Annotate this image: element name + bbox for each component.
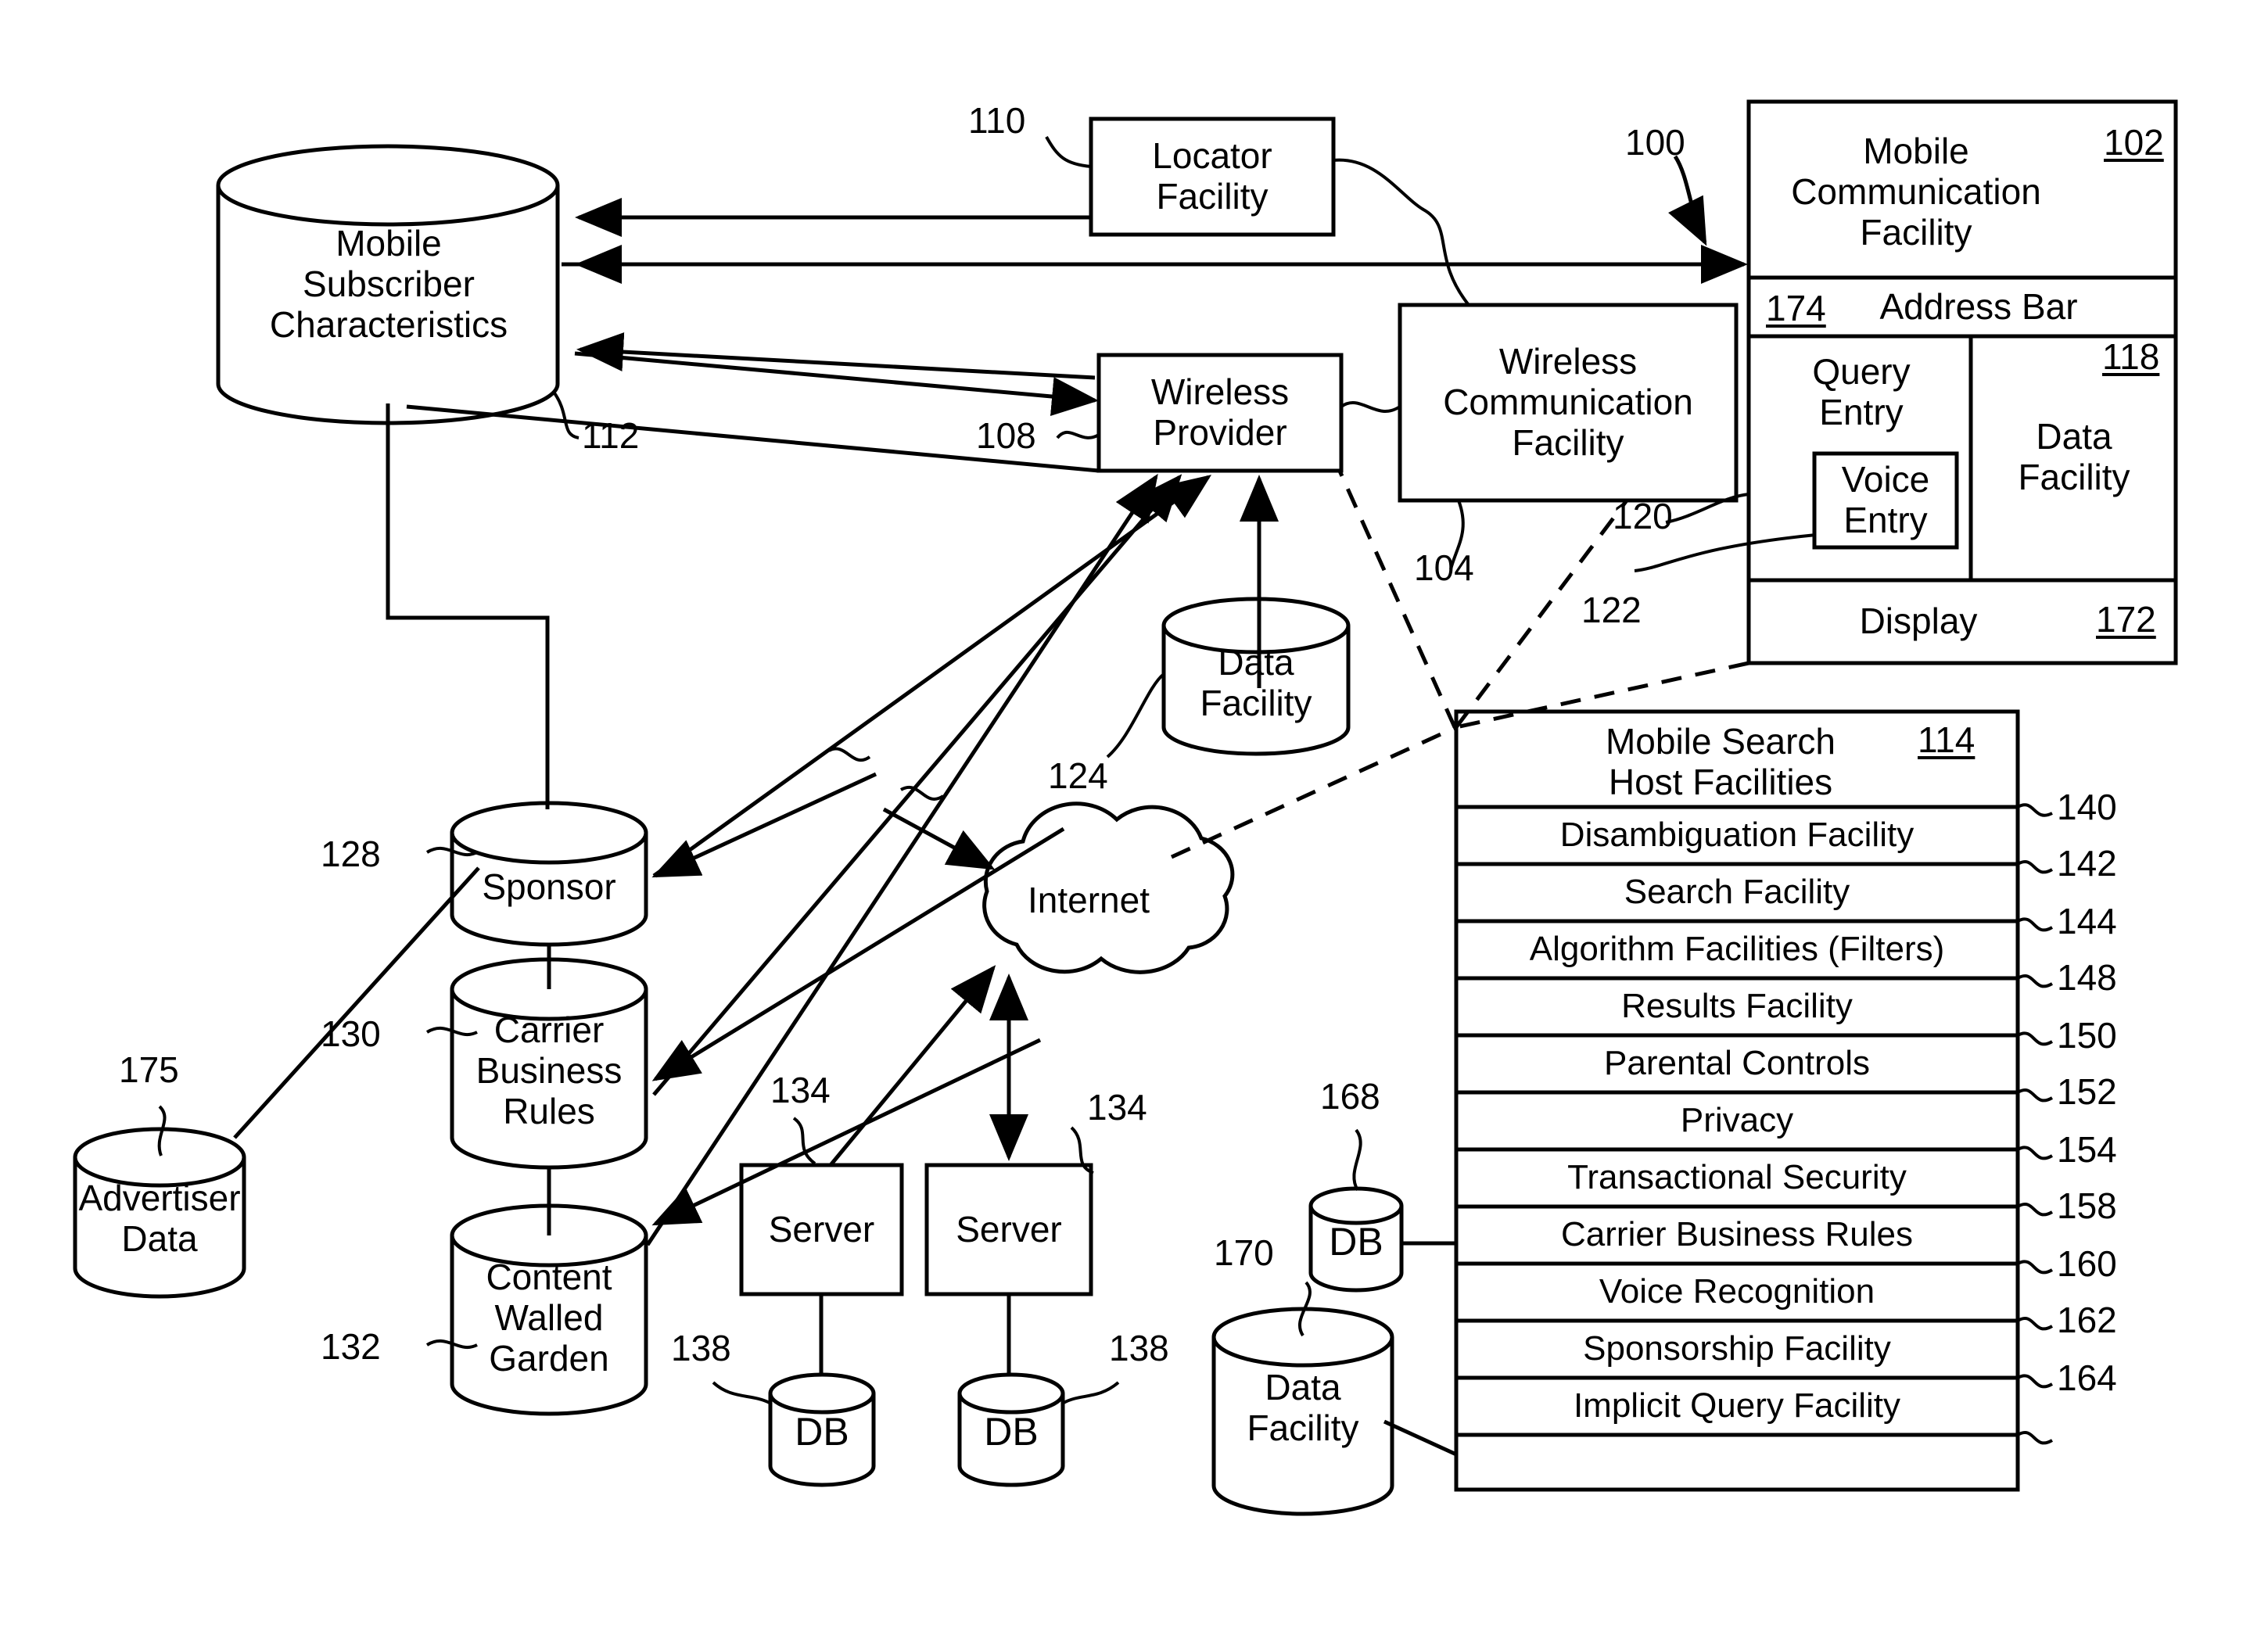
ref-170: 170 — [1214, 1232, 1274, 1273]
ref-118: 118 — [2102, 336, 2160, 377]
ref-144: 144 — [2057, 901, 2117, 941]
ref-138-left: 138 — [671, 1328, 731, 1368]
host-row-sponsorship-facility[interactable]: Sponsorship Facility — [1456, 1321, 2018, 1378]
ref-174: 174 — [1766, 288, 1826, 328]
query-entry-label: Query Entry — [1812, 351, 1911, 432]
mobile-search-host-title: Mobile Search Host Facilities — [1605, 721, 1836, 802]
ref-158: 158 — [2057, 1185, 2117, 1226]
ref-124: 124 — [1048, 755, 1108, 796]
node-label-carrier-business-rules: Carrier Business Rules — [475, 1009, 623, 1131]
ref-114: 114 — [1918, 719, 1976, 760]
node-label-server-right: Server — [956, 1208, 1062, 1250]
node-label-wireless-communication-facility: Wireless Communication Facility — [1443, 341, 1693, 463]
ref-138-right: 138 — [1109, 1328, 1169, 1368]
node-label-mobile-subscriber-characteristics: Mobile Subscriber Characteristics — [269, 223, 508, 345]
ref-150: 150 — [2057, 1015, 2117, 1056]
node-label-sponsor: Sponsor — [482, 866, 616, 908]
phone-data-facility-label: Data Facility — [2018, 416, 2130, 497]
node-label-internet: Internet — [1028, 880, 1150, 921]
host-row-privacy[interactable]: Privacy — [1456, 1092, 2018, 1149]
ref-102: 102 — [2104, 122, 2164, 163]
host-row-results-facility[interactable]: Results Facility — [1456, 978, 2018, 1035]
ref-142: 142 — [2057, 843, 2117, 884]
node-label-db-host: DB — [1329, 1219, 1383, 1264]
host-row-search-facility[interactable]: Search Facility — [1456, 864, 2018, 921]
address-bar-label: Address Bar — [1879, 286, 2078, 328]
ref-168: 168 — [1320, 1076, 1380, 1117]
host-row-disambiguation-facility[interactable]: Disambiguation Facility — [1456, 807, 2018, 864]
ref-130: 130 — [321, 1013, 381, 1054]
mobile-communication-facility-title: Mobile Communication Facility — [1791, 131, 2041, 253]
host-row-algorithm-facilities[interactable]: Algorithm Facilities (Filters) — [1456, 921, 2018, 978]
host-row-blank[interactable] — [1456, 1435, 2018, 1490]
ref-122: 122 — [1581, 590, 1642, 630]
ref-134-left: 134 — [770, 1070, 831, 1110]
node-label-db-left: DB — [795, 1409, 849, 1454]
ref-104: 104 — [1414, 547, 1474, 588]
ref-128: 128 — [321, 834, 381, 874]
ref-175: 175 — [119, 1049, 179, 1090]
ref-100: 100 — [1625, 122, 1685, 163]
node-label-data-facility-mid: Data Facility — [1200, 642, 1312, 723]
voice-entry-label: Voice Entry — [1841, 459, 1930, 540]
node-label-data-facility-host: Data Facility — [1247, 1367, 1359, 1448]
node-label-content-walled-garden: Content Walled Garden — [486, 1257, 612, 1379]
ref-172: 172 — [2096, 599, 2156, 640]
patent-figure-canvas: Mobile Subscriber Characteristics 112 Lo… — [0, 0, 2268, 1628]
ref-164: 164 — [2057, 1357, 2117, 1398]
node-label-advertiser-data: Advertiser Data — [78, 1178, 241, 1259]
node-label-server-left: Server — [768, 1208, 875, 1250]
node-label-db-right: DB — [984, 1409, 1039, 1454]
display-label: Display — [1859, 601, 1978, 642]
ref-112: 112 — [582, 415, 640, 456]
host-row-parental-controls[interactable]: Parental Controls — [1456, 1035, 2018, 1092]
ref-110: 110 — [968, 100, 1026, 141]
host-row-implicit-query-facility[interactable]: Implicit Query Facility — [1456, 1378, 2018, 1435]
ref-148: 148 — [2057, 957, 2117, 998]
ref-108: 108 — [976, 415, 1036, 456]
ref-140: 140 — [2057, 787, 2117, 827]
ref-120: 120 — [1613, 496, 1673, 536]
ref-152: 152 — [2057, 1071, 2117, 1112]
ref-160: 160 — [2057, 1243, 2117, 1284]
ref-132: 132 — [321, 1326, 381, 1367]
ref-162: 162 — [2057, 1300, 2117, 1340]
node-label-wireless-provider: Wireless Provider — [1150, 371, 1290, 453]
node-label-locator-facility: Locator Facility — [1152, 135, 1272, 217]
host-row-carrier-business-rules[interactable]: Carrier Business Rules — [1456, 1207, 2018, 1264]
ref-154: 154 — [2057, 1129, 2117, 1170]
ref-134-right: 134 — [1087, 1087, 1147, 1128]
host-row-voice-recognition[interactable]: Voice Recognition — [1456, 1264, 2018, 1321]
host-row-transactional-security[interactable]: Transactional Security — [1456, 1149, 2018, 1207]
